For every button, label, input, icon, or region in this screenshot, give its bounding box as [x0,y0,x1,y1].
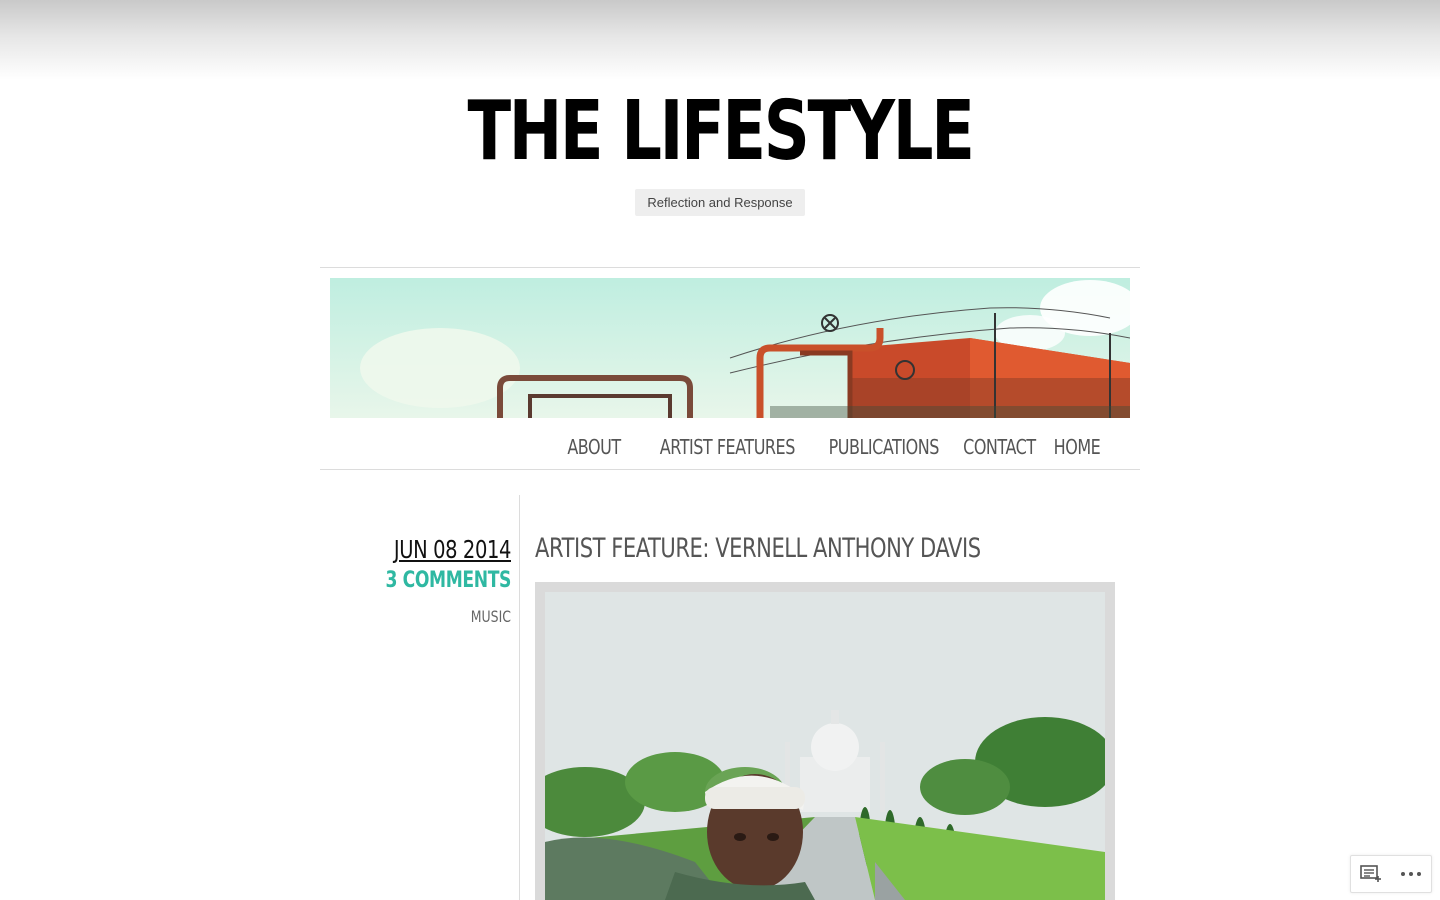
post-meta: JUN 08 2014 3 COMMENTS MUSIC [330,533,511,627]
post-comments-link[interactable]: 3 COMMENTS [370,567,511,595]
site-tagline: Reflection and Response [635,189,805,216]
top-shade [0,0,1440,80]
floating-action-bar [1350,855,1432,893]
header-divider-bottom [320,469,1140,470]
post-date[interactable]: JUN 08 2014 [370,533,512,567]
post-image-frame [535,582,1115,900]
header-divider-top [320,267,1140,268]
ellipsis-icon[interactable] [1396,859,1426,889]
meta-divider [519,495,520,900]
main-nav: ABOUT ARTIST FEATURES PUBLICATIONS CONTA… [554,430,1120,464]
nav-item-artist-features[interactable]: ARTIST FEATURES [660,430,796,464]
post-category[interactable]: MUSIC [370,607,511,627]
post-title[interactable]: ARTIST FEATURE: VERNELL ANTHONY DAVIS [535,532,981,566]
nav-item-contact[interactable]: CONTACT [963,430,1036,464]
site-title[interactable]: THE LIFESTYLE [158,82,1281,182]
header-image[interactable] [330,278,1130,418]
nav-item-publications[interactable]: PUBLICATIONS [829,430,940,464]
nav-item-home[interactable]: HOME [1053,430,1100,464]
reader-follow-icon[interactable] [1356,859,1386,889]
nav-item-about[interactable]: ABOUT [567,430,621,464]
post-image[interactable] [545,592,1105,900]
